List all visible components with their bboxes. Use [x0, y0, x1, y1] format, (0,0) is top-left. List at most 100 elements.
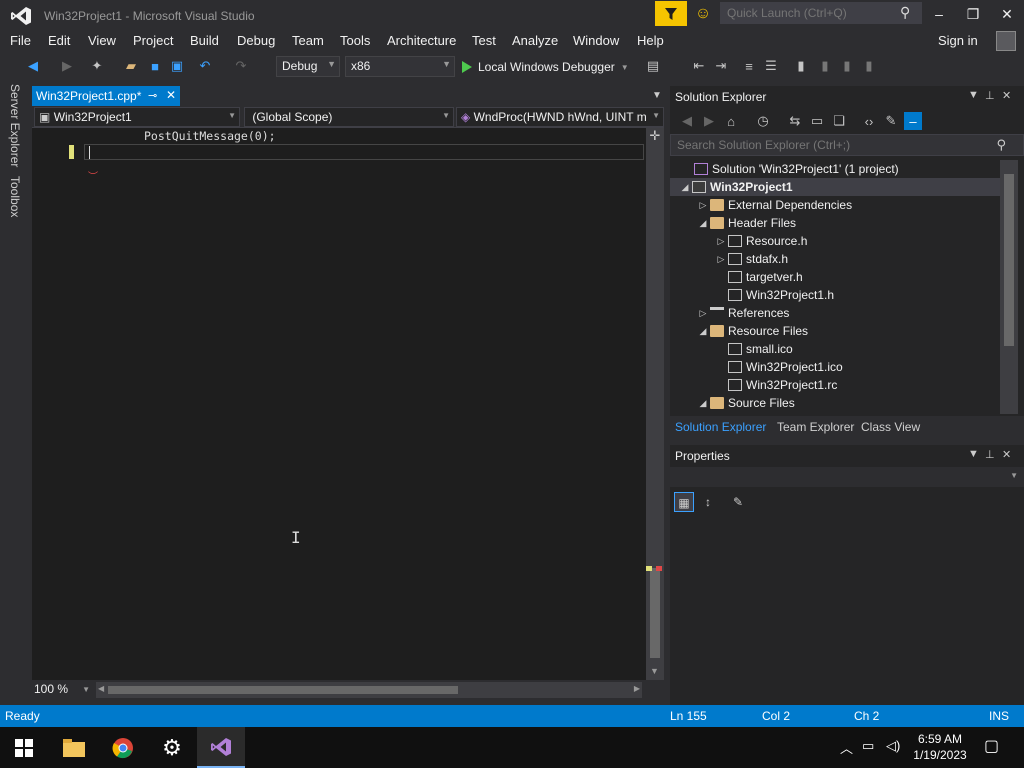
notifications-icon[interactable]: ▢: [984, 736, 999, 756]
expand-toggle-icon[interactable]: ◢: [696, 218, 710, 229]
menu-view[interactable]: View: [88, 33, 116, 48]
new-project-icon[interactable]: ✦: [88, 57, 106, 75]
menu-debug[interactable]: Debug: [237, 33, 275, 48]
solution-platform-select[interactable]: x86 ▼: [345, 56, 455, 77]
indent-icon[interactable]: ⇤: [690, 57, 708, 75]
save-icon[interactable]: ■: [146, 57, 164, 75]
expand-toggle-icon[interactable]: ◢: [696, 326, 710, 337]
expand-toggle-icon[interactable]: ▷: [714, 254, 728, 265]
tree-item[interactable]: Win32Project1.rc: [670, 376, 1000, 394]
quick-launch-input[interactable]: [720, 2, 922, 24]
close-tab-icon[interactable]: ✕: [166, 88, 176, 102]
menu-window[interactable]: Window: [573, 33, 619, 48]
alphabetical-icon[interactable]: ↕: [698, 492, 718, 512]
undo-icon[interactable]: ↶: [196, 57, 214, 75]
uncomment-lines-icon[interactable]: ☰: [762, 57, 780, 75]
code-editor[interactable]: [32, 128, 646, 680]
chrome-taskbar-button[interactable]: [99, 727, 147, 768]
tree-item[interactable]: ◢ Win32Project1: [670, 178, 1000, 196]
bookmark-icon[interactable]: ▮: [792, 57, 810, 75]
collapse-all-icon[interactable]: ▭: [808, 112, 826, 130]
editor-horizontal-scroll-thumb[interactable]: [108, 686, 458, 694]
solution-explorer-scrollbar[interactable]: [1000, 160, 1018, 414]
se-forward-icon[interactable]: ▶: [700, 112, 718, 130]
pin-icon[interactable]: ⊸: [148, 89, 157, 102]
volume-icon[interactable]: ◁): [886, 738, 900, 754]
panel-close-icon[interactable]: ✕: [1002, 89, 1011, 102]
redo-icon[interactable]: ↷: [232, 57, 250, 75]
zoom-select[interactable]: 100 % ▼: [32, 682, 92, 698]
solution-configuration-select[interactable]: Debug ▼: [276, 56, 340, 77]
member-nav-select[interactable]: ◈ WndProc(HWND hWnd, UINT m ▼: [456, 107, 664, 127]
toolbox-tab[interactable]: Toolbox: [8, 176, 22, 217]
show-hidden-icons-icon[interactable]: ︿: [840, 738, 853, 757]
editor-vertical-scroll-thumb[interactable]: [650, 568, 660, 658]
preview-selected-items-icon[interactable]: –: [904, 112, 922, 130]
tab-team-explorer[interactable]: Team Explorer: [777, 420, 854, 434]
tree-item[interactable]: ▷ External Dependencies: [670, 196, 1000, 214]
menu-team[interactable]: Team: [292, 33, 324, 48]
tree-item[interactable]: small.ico: [670, 340, 1000, 358]
close-window-button[interactable]: ✕: [992, 3, 1022, 25]
editor-horizontal-scrollbar[interactable]: ◀ ▶: [96, 682, 642, 698]
properties-object-select[interactable]: ▼: [670, 467, 1024, 487]
start-debugging-button[interactable]: Local Windows Debugger ▼: [462, 57, 629, 77]
pending-changes-filter-icon[interactable]: ◷: [754, 112, 772, 130]
tree-item[interactable]: Win32Project1.h: [670, 286, 1000, 304]
network-icon[interactable]: ▭: [862, 738, 874, 754]
panel-pin-icon[interactable]: ⊥: [985, 89, 995, 102]
scope-nav-select[interactable]: (Global Scope) ▼: [244, 107, 454, 127]
se-back-icon[interactable]: ◀: [678, 112, 696, 130]
tab-class-view[interactable]: Class View: [861, 420, 920, 434]
tree-item[interactable]: targetver.h: [670, 268, 1000, 286]
server-explorer-tab[interactable]: Server Explorer: [8, 84, 22, 167]
outdent-icon[interactable]: ⇥: [712, 57, 730, 75]
menu-test[interactable]: Test: [472, 33, 496, 48]
tree-item[interactable]: Solution 'Win32Project1' (1 project): [670, 160, 1000, 178]
account-avatar-icon[interactable]: [996, 31, 1016, 51]
file-explorer-taskbar-button[interactable]: [50, 727, 98, 768]
save-all-icon[interactable]: ▣: [168, 57, 186, 75]
toolbar-options-icon[interactable]: ▤: [644, 57, 662, 75]
tab-solution-explorer[interactable]: Solution Explorer: [675, 420, 766, 434]
scroll-right-icon[interactable]: ▶: [634, 684, 640, 693]
panel-menu-icon[interactable]: ▼: [968, 448, 979, 460]
home-icon[interactable]: ⌂: [722, 112, 740, 130]
system-clock[interactable]: 6:59 AM 1/19/2023: [905, 731, 975, 763]
restore-button[interactable]: ❐: [958, 3, 988, 25]
start-button[interactable]: [0, 727, 48, 768]
sync-active-document-icon[interactable]: ⇆: [786, 112, 804, 130]
navigate-forward-icon[interactable]: ▶: [58, 57, 76, 75]
settings-taskbar-button[interactable]: ⚙: [148, 727, 196, 768]
tree-item[interactable]: ◢ Header Files: [670, 214, 1000, 232]
menu-tools[interactable]: Tools: [340, 33, 370, 48]
split-editor-icon[interactable]: ✛: [648, 128, 662, 144]
menu-build[interactable]: Build: [190, 33, 219, 48]
next-bookmark-icon[interactable]: ▮: [838, 57, 856, 75]
clear-bookmarks-icon[interactable]: ▮: [860, 57, 878, 75]
menu-file[interactable]: File: [10, 33, 31, 48]
panel-menu-icon[interactable]: ▼: [968, 89, 979, 101]
document-tab[interactable]: Win32Project1.cpp* ⊸ ✕: [32, 86, 180, 106]
visual-studio-taskbar-button[interactable]: [197, 727, 245, 768]
solution-explorer-scroll-thumb[interactable]: [1004, 174, 1014, 346]
expand-toggle-icon[interactable]: ▷: [696, 308, 710, 319]
navigate-back-icon[interactable]: ◀: [24, 57, 42, 75]
comment-lines-icon[interactable]: ≡: [740, 57, 758, 75]
project-nav-select[interactable]: ▣ Win32Project1 ▼: [34, 107, 240, 127]
tab-list-dropdown-icon[interactable]: ▼: [652, 90, 662, 101]
expand-toggle-icon[interactable]: ▷: [696, 200, 710, 211]
previous-bookmark-icon[interactable]: ▮: [816, 57, 834, 75]
sign-in-link[interactable]: Sign in: [938, 33, 978, 48]
scroll-down-icon[interactable]: ▼: [650, 666, 659, 676]
properties-wrench-icon[interactable]: ✎: [882, 112, 900, 130]
tree-item[interactable]: ◢ Resource Files: [670, 322, 1000, 340]
feedback-smiley-icon[interactable]: ☺: [693, 4, 713, 24]
minimize-button[interactable]: –: [924, 3, 954, 25]
open-file-icon[interactable]: ▰: [122, 57, 140, 75]
view-code-icon[interactable]: ‹›: [860, 112, 878, 130]
expand-toggle-icon[interactable]: ▷: [714, 236, 728, 247]
tree-item[interactable]: ▷ stdafx.h: [670, 250, 1000, 268]
menu-help[interactable]: Help: [637, 33, 664, 48]
scroll-left-icon[interactable]: ◀: [98, 684, 104, 693]
